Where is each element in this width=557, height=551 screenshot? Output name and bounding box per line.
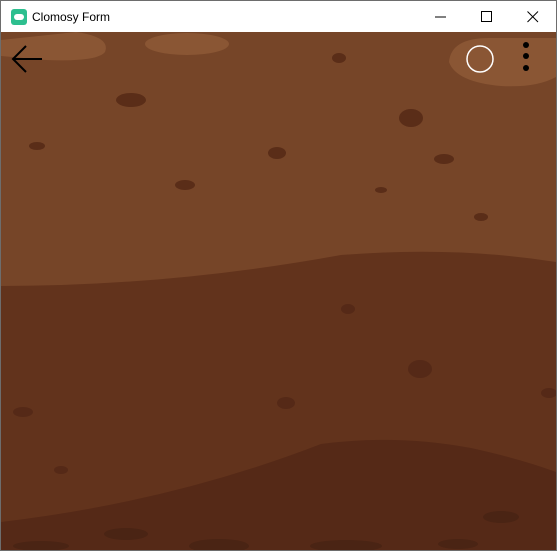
window-title: Clomosy Form: [32, 10, 111, 24]
close-icon: [527, 11, 539, 23]
circle-icon: [466, 45, 494, 73]
dirt-terrain-background: [1, 32, 556, 550]
more-options-button[interactable]: [513, 40, 539, 78]
more-vertical-icon: [523, 42, 529, 71]
circle-button[interactable]: [463, 42, 497, 76]
maximize-icon: [481, 11, 492, 22]
title-bar[interactable]: Clomosy Form: [1, 1, 556, 32]
close-button[interactable]: [510, 1, 556, 32]
minimize-icon: [435, 16, 446, 18]
maximize-button[interactable]: [464, 1, 510, 32]
back-button[interactable]: [9, 42, 45, 76]
form-content: [1, 32, 556, 550]
minimize-button[interactable]: [418, 1, 464, 32]
app-window: Clomosy Form: [0, 0, 557, 551]
clomosy-cloud-icon: [11, 9, 27, 25]
arrow-left-icon: [11, 45, 42, 73]
